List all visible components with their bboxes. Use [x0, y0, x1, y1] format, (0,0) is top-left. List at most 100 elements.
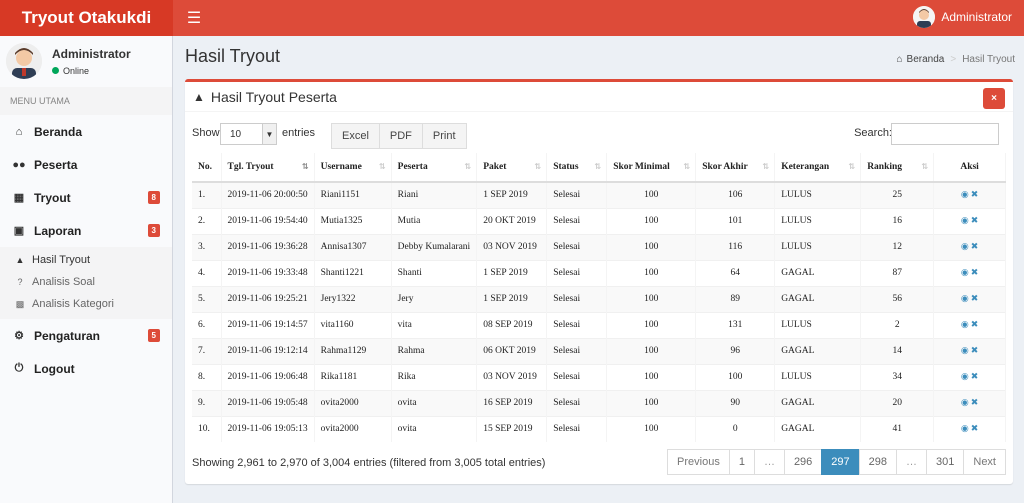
table-cell: 56 — [860, 285, 935, 312]
eye-icon[interactable]: ◉ — [961, 424, 969, 434]
table-cell: 2019-11-06 19:54:40 — [221, 207, 315, 234]
delete-icon[interactable]: ✖ — [971, 216, 979, 226]
col-header-skor-minimal[interactable]: Skor Minimal ⇅ — [606, 153, 697, 183]
table-cell: Riani — [391, 181, 478, 208]
col-header-paket[interactable]: Paket ⇅ — [476, 153, 548, 183]
next-button[interactable]: Next — [963, 449, 1006, 475]
table-cell: 3. — [192, 233, 222, 260]
delete-icon[interactable]: ✖ — [971, 372, 979, 382]
table-cell: vita — [391, 311, 478, 338]
eye-icon[interactable]: ◉ — [961, 242, 969, 252]
close-button[interactable]: × — [983, 88, 1005, 109]
box-title: Hasil Tryout Peserta — [210, 88, 337, 105]
eye-icon[interactable]: ◉ — [961, 268, 969, 278]
table-cell: Annisa1307 — [314, 233, 392, 260]
entries-select[interactable]: 10 ▼ — [220, 123, 277, 145]
tryout-badge: 8 — [147, 191, 160, 204]
sitemap-icon: ▩ — [15, 298, 25, 309]
table-row: 4. 2019-11-06 19:33:48 Shanti1221 Shanti 1 S… — [192, 259, 1006, 286]
table-cell: 10. — [192, 415, 222, 442]
col-header-keterangan[interactable]: Keterangan ⇅ — [774, 153, 862, 183]
sidebar-item-label: Laporan — [34, 223, 82, 238]
sidebar-item-laporan[interactable]: ▣ Laporan 3 — [0, 214, 172, 247]
submenu-item-label: Analisis Kategori — [32, 298, 114, 310]
table-cell: Jery — [391, 285, 478, 312]
entries-label: entries — [282, 127, 316, 139]
eye-icon[interactable]: ◉ — [961, 216, 969, 226]
table-cell: Shanti1221 — [314, 259, 392, 286]
submenu-item-hasil-tryout[interactable]: ▲ Hasil Tryout — [0, 249, 172, 271]
content-header: Hasil Tryout ⌂ Beranda > Hasil Tryout — [185, 46, 1015, 74]
pdf-button[interactable]: PDF — [378, 123, 423, 149]
table-cell: 25 — [860, 181, 935, 208]
delete-icon[interactable]: ✖ — [971, 268, 979, 278]
table-cell: Selesai — [546, 363, 608, 390]
sidebar-item-beranda[interactable]: ⌂ Beranda — [0, 115, 172, 148]
page-button-1[interactable]: 1 — [728, 449, 755, 475]
delete-icon[interactable]: ✖ — [971, 320, 979, 330]
table-header-row: No. Tgl. Tryout ⇅ Username ⇅ Peserta ⇅ Pake… — [192, 153, 1006, 183]
table-cell: 64 — [695, 259, 776, 286]
sidebar-item-pengaturan[interactable]: ⚙ Pengaturan 5 — [0, 319, 172, 352]
submenu-item-label: Analisis Soal — [32, 276, 95, 288]
table-cell: 131 — [695, 311, 776, 338]
hamburger-icon[interactable]: ☰ — [183, 8, 205, 28]
excel-button[interactable]: Excel — [331, 123, 380, 149]
entries-value: 10 — [230, 128, 242, 140]
col-header-skor-akhir[interactable]: Skor Akhir ⇅ — [695, 153, 776, 183]
delete-icon[interactable]: ✖ — [971, 190, 979, 200]
sidebar-item-logout[interactable]: ⏻ Logout — [0, 352, 172, 385]
app-logo[interactable]: Tryout Otakukdi — [0, 0, 173, 36]
menu-header: MENU UTAMA — [0, 87, 172, 115]
col-header-tgl[interactable]: Tgl. Tryout ⇅ — [221, 153, 315, 183]
table-cell: 2 — [860, 311, 935, 338]
user-panel: Administrator Online — [0, 36, 172, 86]
eye-icon[interactable]: ◉ — [961, 398, 969, 408]
graduation-cap-icon: ▲ — [193, 89, 205, 104]
calendar-icon: ▦ — [13, 192, 25, 204]
table-cell: Selesai — [546, 233, 608, 260]
delete-icon[interactable]: ✖ — [971, 398, 979, 408]
page-button-301[interactable]: 301 — [926, 449, 965, 475]
user-menu[interactable]: Administrator — [913, 6, 1012, 28]
table-row: 9. 2019-11-06 19:05:48 ovita2000 ovita 16 SE… — [192, 389, 1006, 416]
print-button[interactable]: Print — [421, 123, 467, 149]
submenu-item-analisis-soal[interactable]: ? Analisis Soal — [0, 271, 172, 293]
eye-icon[interactable]: ◉ — [961, 346, 969, 356]
breadcrumb-home[interactable]: Beranda — [907, 54, 945, 65]
previous-button[interactable]: Previous — [667, 449, 730, 475]
sidebar-item-peserta[interactable]: ●● Peserta — [0, 148, 172, 181]
col-header-aksi: Aksi — [933, 153, 1006, 183]
submenu-item-analisis-kategori[interactable]: ▩ Analisis Kategori — [0, 293, 172, 315]
delete-icon[interactable]: ✖ — [971, 242, 979, 252]
table-cell: 106 — [695, 181, 776, 208]
col-header-peserta[interactable]: Peserta ⇅ — [391, 153, 478, 183]
table-cell: ovita — [391, 415, 478, 442]
eye-icon[interactable]: ◉ — [961, 294, 969, 304]
sidebar-item-label: Pengaturan — [34, 328, 101, 343]
table-cell: 41 — [860, 415, 935, 442]
search-input[interactable] — [891, 123, 999, 145]
table-row: 3. 2019-11-06 19:36:28 Annisa1307 Debby Kum… — [192, 233, 1006, 260]
table-cell: ovita2000 — [314, 389, 392, 416]
page-button-298[interactable]: 298 — [858, 449, 898, 475]
delete-icon[interactable]: ✖ — [971, 346, 979, 356]
eye-icon[interactable]: ◉ — [961, 190, 969, 200]
question-icon: ? — [17, 277, 23, 287]
col-header-ranking[interactable]: Ranking ⇅ — [860, 153, 935, 183]
eye-icon[interactable]: ◉ — [961, 320, 969, 330]
delete-icon[interactable]: ✖ — [971, 424, 979, 434]
page-button-297[interactable]: 297 — [821, 449, 860, 475]
table-cell: GAGAL — [774, 415, 862, 442]
col-header-username[interactable]: Username ⇅ — [314, 153, 392, 183]
delete-icon[interactable]: ✖ — [971, 294, 979, 304]
page-title: Hasil Tryout — [185, 46, 281, 66]
eye-icon[interactable]: ◉ — [961, 372, 969, 382]
col-header-status[interactable]: Status ⇅ — [546, 153, 608, 183]
action-cell: ◉ ✖ — [933, 181, 1006, 208]
page-button-296[interactable]: 296 — [783, 449, 823, 475]
users-icon: ●● — [12, 158, 26, 171]
col-header-no[interactable]: No. — [192, 153, 222, 183]
sidebar-item-tryout[interactable]: ▦ Tryout 8 — [0, 181, 172, 214]
table-cell: LULUS — [774, 207, 862, 234]
